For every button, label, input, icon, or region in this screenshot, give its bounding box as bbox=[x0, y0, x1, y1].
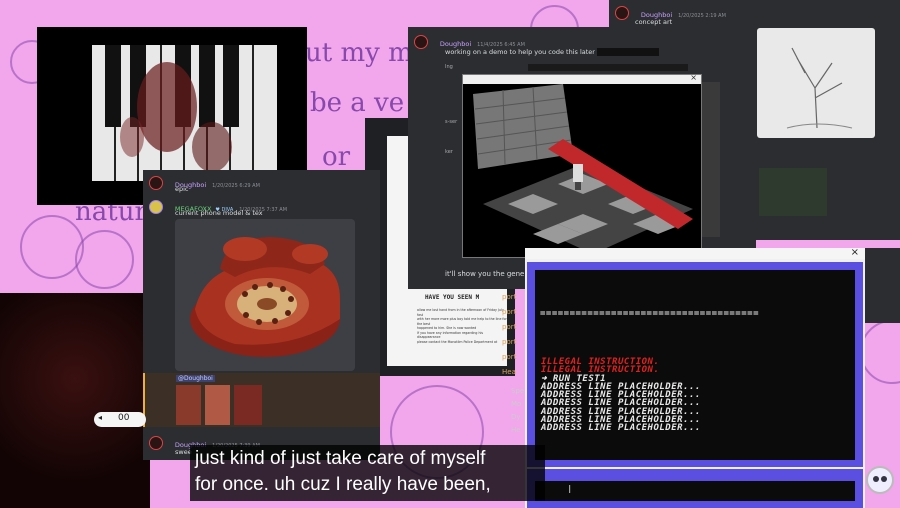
wallpaper-text-3: or bbox=[322, 142, 351, 172]
poster-line: If you have any information regarding hi… bbox=[417, 330, 484, 340]
media-player-pill[interactable]: ◂ 00 bbox=[94, 412, 146, 427]
message-text: working on a demo to help you code this … bbox=[445, 48, 660, 56]
green-thumbnail[interactable] bbox=[759, 168, 827, 216]
poster-heading: HAVE YOU SEEN M bbox=[425, 294, 480, 301]
terminal-input-frame: I bbox=[527, 469, 863, 508]
avatar bbox=[149, 176, 163, 190]
terminal-titlebar[interactable]: × bbox=[525, 247, 865, 259]
texture-thumbnail-3[interactable] bbox=[234, 385, 262, 425]
side-label: s-ser bbox=[445, 119, 458, 125]
partial-label: Spe bbox=[511, 387, 525, 395]
message-timestamp: 1/20/2025 6:29 AM bbox=[212, 183, 260, 189]
avatar bbox=[149, 436, 163, 450]
terminal-separator: ===================================== bbox=[540, 309, 759, 319]
terminal-input[interactable]: I bbox=[535, 481, 855, 501]
demo-titlebar[interactable]: × bbox=[463, 73, 701, 84]
redaction-bar bbox=[597, 48, 660, 56]
wallpaper-text-2: be a ve bbox=[310, 88, 405, 118]
message-username[interactable]: Doughboi bbox=[440, 40, 471, 48]
tree-sketch bbox=[786, 47, 853, 129]
redaction-bar bbox=[528, 64, 688, 71]
media-time: 00 bbox=[118, 413, 130, 423]
message-timestamp: 1/20/2025 2:19 AM bbox=[678, 13, 726, 19]
face-icon bbox=[873, 476, 887, 482]
right-dark-strip bbox=[865, 248, 900, 323]
message-text-content: working on a demo to help you code this … bbox=[445, 48, 595, 56]
dark-photo-panel bbox=[0, 293, 150, 508]
caption-box: just kind of just take care of myself fo… bbox=[190, 445, 545, 501]
chat-message-header: Doughboi 1/20/2025 6:29 AM bbox=[149, 176, 260, 192]
partial-label: Dy bbox=[511, 413, 521, 421]
doodle-circle bbox=[75, 230, 134, 289]
rotary-phone-illustration bbox=[190, 237, 340, 357]
poster-line: allow me lost hand from in the afternoon… bbox=[417, 308, 504, 317]
text-cursor: I bbox=[568, 483, 572, 496]
isometric-scene bbox=[463, 84, 701, 257]
demo-window-strip bbox=[702, 82, 720, 237]
side-label: ker bbox=[445, 149, 453, 155]
speaker-icon: ◂ bbox=[98, 413, 103, 422]
message-text: concept art bbox=[635, 18, 673, 26]
message-text: epic bbox=[175, 185, 189, 193]
wallpaper-text-1: ut my m bbox=[305, 38, 413, 68]
poster-body: allow me lost hand from in the afternoon… bbox=[417, 308, 507, 344]
caption-line-1: just kind of just take care of myself bbox=[195, 448, 486, 469]
doodle-circle bbox=[860, 320, 900, 384]
partial-label: Mo bbox=[511, 400, 522, 408]
caption-line-2: for once. uh cuz I really have been, bbox=[195, 474, 491, 495]
concept-art-image[interactable] bbox=[757, 28, 875, 138]
avatar bbox=[615, 6, 629, 20]
partial-label: He bbox=[511, 426, 521, 434]
phone-chat-window: Doughboi 1/20/2025 6:29 AM epic MEGAFOXX… bbox=[143, 170, 380, 460]
poster-line: with her more more plus boy told me help… bbox=[417, 317, 507, 326]
avatar bbox=[414, 35, 428, 49]
avatar bbox=[149, 200, 163, 214]
poster-line: please contact the Monotlim Police Depar… bbox=[417, 339, 498, 344]
reply-bar: @Doughboi bbox=[143, 373, 380, 427]
terminal-window: × ===================================== … bbox=[525, 247, 865, 508]
texture-thumbnail-1[interactable] bbox=[176, 385, 201, 425]
texture-thumbnail-2[interactable] bbox=[205, 385, 230, 425]
message-text: current phone model & tex bbox=[175, 209, 263, 217]
close-icon[interactable]: × bbox=[851, 247, 859, 258]
emoji-sticker[interactable] bbox=[866, 466, 894, 494]
terminal-screen: ===================================== IL… bbox=[535, 270, 855, 460]
terminal-output: ILLEGAL INSTRUCTION. ILLEGAL INSTRUCTION.… bbox=[541, 357, 701, 434]
terminal-frame: ===================================== IL… bbox=[527, 262, 863, 467]
partial-sidebar-labels: Spe Mo Dy He bbox=[511, 385, 524, 437]
doodle-circle bbox=[20, 215, 84, 279]
terminal-line: ADDRESS LINE PLACEHOLDER... bbox=[541, 423, 701, 434]
side-label: Ing bbox=[445, 64, 453, 70]
demo-app-window[interactable]: × bbox=[462, 73, 702, 258]
mention-text[interactable]: @Doughboi bbox=[176, 375, 215, 382]
phone-render-image[interactable] bbox=[175, 219, 355, 371]
close-icon[interactable]: × bbox=[690, 73, 697, 82]
